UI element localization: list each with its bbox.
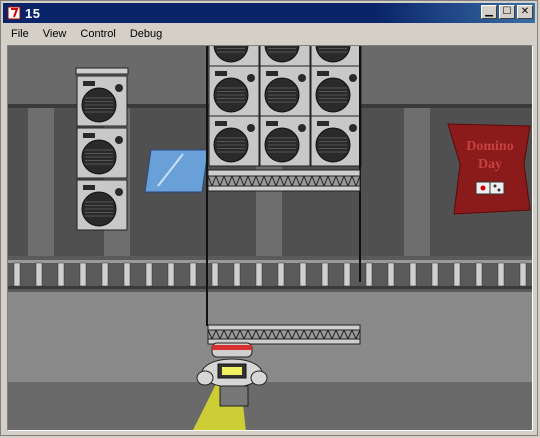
domino-day-banner: Domino Day: [447, 123, 531, 215]
railing-post: [57, 262, 65, 287]
speaker-cabinet: [310, 115, 362, 167]
game-viewport[interactable]: Domino Day: [7, 45, 533, 431]
speaker-cabinet: [76, 75, 128, 127]
banner-title-line2: Day: [478, 157, 502, 172]
railing-post: [277, 262, 285, 287]
menu-debug[interactable]: Debug: [122, 28, 168, 40]
railing-post: [145, 262, 153, 287]
railing-post: [123, 262, 131, 287]
speaker-cabinet: [259, 115, 311, 167]
railing-post: [365, 262, 373, 287]
railing-top: [8, 260, 532, 263]
maximize-icon: ☐: [502, 6, 512, 17]
pillar: [28, 106, 54, 256]
railing-post: [299, 262, 307, 287]
character-legs: [219, 385, 249, 407]
railing-post: [13, 262, 21, 287]
menu-file[interactable]: File: [3, 28, 35, 40]
app-window: 15 ▁ ☐ ✕ File View Control Debug Domino …: [0, 0, 538, 436]
menu-view[interactable]: View: [35, 28, 73, 40]
railing-post: [519, 262, 527, 287]
speaker-rail: [75, 67, 129, 75]
speaker-cabinet: [208, 65, 260, 117]
app-logo-icon: [7, 6, 21, 20]
speaker-cabinet: [76, 179, 128, 231]
railing-post: [101, 262, 109, 287]
railing-post: [189, 262, 197, 287]
banner-title-line1: Domino: [466, 139, 513, 154]
railing-post: [255, 262, 263, 287]
speaker-cabinet: [208, 115, 260, 167]
glass-panel: [144, 149, 209, 193]
railing-post: [475, 262, 483, 287]
game-scene: Domino Day: [8, 46, 532, 430]
minimize-icon: ▁: [485, 6, 493, 17]
speaker-cabinet: [208, 46, 260, 67]
speaker-cabinet: [310, 65, 362, 117]
speaker-cabinet: [259, 46, 311, 67]
railing-post: [321, 262, 329, 287]
railing-post: [453, 262, 461, 287]
railing-post: [409, 262, 417, 287]
railing-post: [233, 262, 241, 287]
title-bar[interactable]: 15 ▁ ☐ ✕: [3, 3, 535, 23]
railing-post: [167, 262, 175, 287]
railing-post: [387, 262, 395, 287]
lamp-lens: [222, 367, 242, 375]
railing-post: [35, 262, 43, 287]
railing-post: [343, 262, 351, 287]
window-title: 15: [25, 5, 41, 21]
railing-post: [497, 262, 505, 287]
character-right-arm: [250, 370, 268, 386]
railing-bottom: [8, 286, 532, 289]
speaker-cabinet: [259, 65, 311, 117]
truss-lower: [207, 324, 361, 345]
railing-post: [79, 262, 87, 287]
menu-control[interactable]: Control: [72, 28, 121, 40]
speaker-cabinet: [76, 127, 128, 179]
minimize-button[interactable]: ▁: [481, 5, 497, 19]
foreground-floor: [8, 382, 532, 430]
railing-post: [431, 262, 439, 287]
pillar: [404, 106, 430, 256]
character-left-arm: [196, 370, 214, 386]
maximize-button[interactable]: ☐: [499, 5, 515, 19]
close-button[interactable]: ✕: [517, 5, 533, 19]
truss-upper: [207, 169, 361, 192]
menu-bar: File View Control Debug: [3, 25, 535, 43]
railing-post: [211, 262, 219, 287]
speaker-cabinet: [310, 46, 362, 67]
close-icon: ✕: [520, 6, 530, 17]
character-headband: [212, 345, 252, 350]
